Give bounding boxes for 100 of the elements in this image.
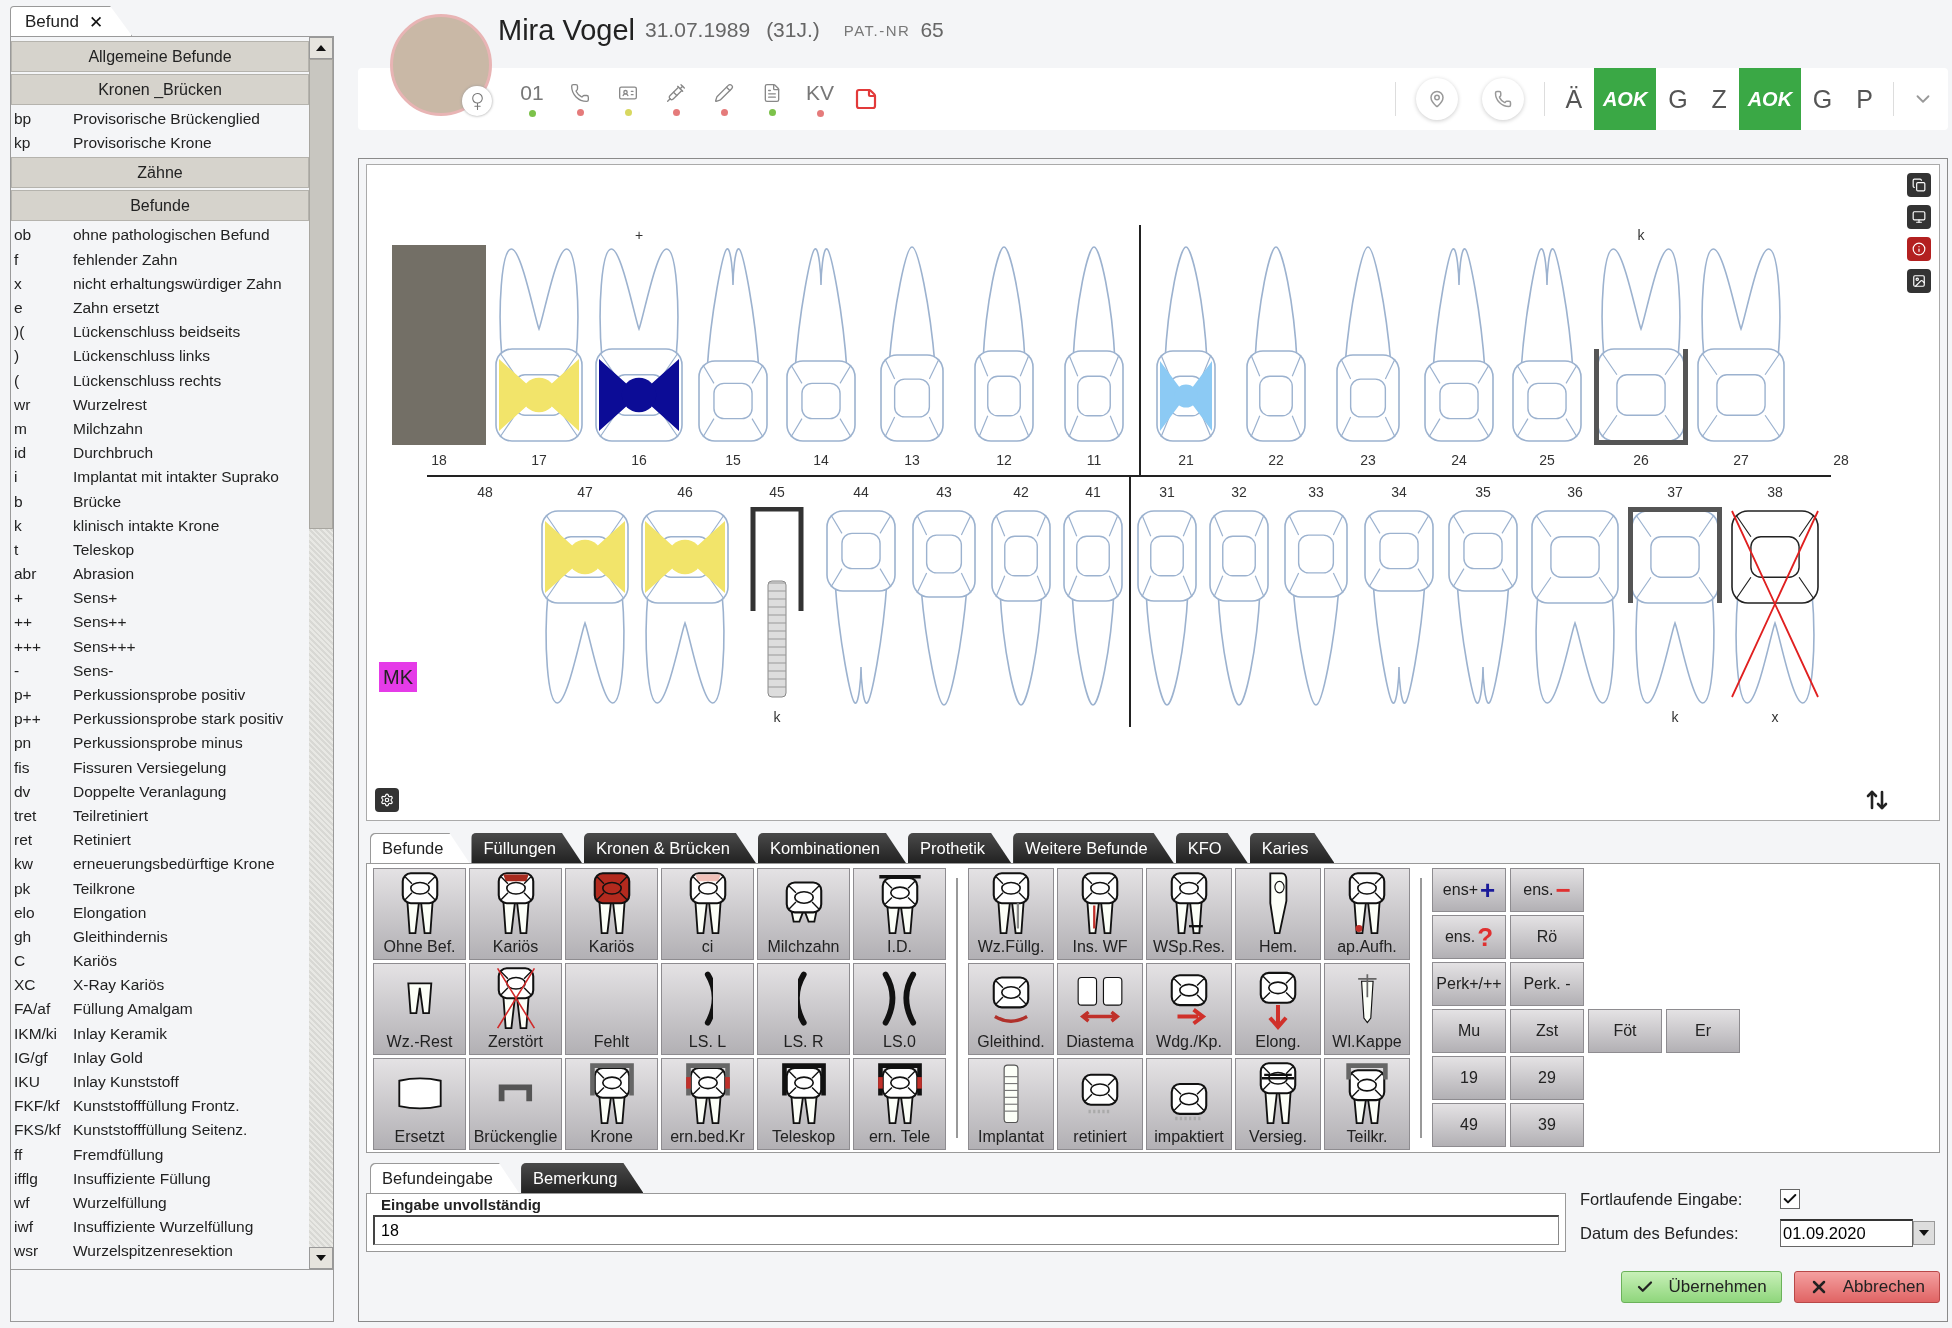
location-button[interactable] [1416, 78, 1459, 120]
finding-item[interactable]: ++ Sens++ [11, 610, 309, 635]
finding-item[interactable]: XC X-Ray Kariös [11, 973, 309, 998]
finding-button[interactable]: Implantat [968, 1058, 1054, 1150]
finding-item[interactable]: ifflg Insuffiziente Füllung [11, 1166, 309, 1191]
confirm-button[interactable]: Übernehmen [1621, 1271, 1782, 1303]
scroll-up-button[interactable] [309, 37, 333, 59]
swap-icon[interactable] [1865, 788, 1889, 812]
quick-button[interactable]: Er [1666, 1009, 1740, 1053]
finding-item[interactable]: ob ohne pathologischen Befund [11, 223, 309, 248]
finding-item[interactable]: ff Fremdfüllung [11, 1142, 309, 1167]
tooth-drawing[interactable] [592, 245, 686, 445]
insurance-letter[interactable]: Z [1699, 71, 1739, 127]
monitor-button[interactable] [1907, 205, 1931, 229]
finding-item[interactable]: x nicht erhaltungswürdiger Zahn [11, 271, 309, 296]
finding-item[interactable]: bp Provisorische Brückenglied [11, 107, 309, 132]
finding-button[interactable]: Elong. [1235, 963, 1321, 1055]
finding-button[interactable]: Krone [565, 1058, 658, 1150]
finding-item[interactable]: FA/af Füllung Amalgam [11, 997, 309, 1022]
insurance-letter[interactable]: P [1844, 71, 1885, 127]
finding-item[interactable]: p++ Perkussionsprobe stark positiv [11, 707, 309, 732]
finding-button[interactable]: Teilkr. [1324, 1058, 1410, 1150]
finding-item[interactable]: wsr Wurzelspitzenresektion [11, 1239, 309, 1264]
phone-button[interactable] [1482, 78, 1525, 120]
insurance-letter[interactable]: G [1800, 71, 1845, 127]
finding-item[interactable]: e Zahn ersetzt [11, 295, 309, 321]
finding-item[interactable]: IKU Inlay Kunststoff [11, 1069, 309, 1095]
tab[interactable]: Bemerkung [521, 1163, 644, 1193]
finding-button[interactable]: Ersetzt [373, 1058, 466, 1150]
finding-button[interactable]: Ins. WF [1057, 868, 1143, 960]
finding-item[interactable]: id Durchbruch [11, 441, 309, 466]
finding-item[interactable]: i Implantat mit intakter Suprako [11, 465, 309, 490]
finding-item[interactable]: elo Elongation [11, 900, 309, 925]
finding-button[interactable]: LS. L [661, 963, 754, 1055]
cancel-button[interactable]: Abbrechen [1793, 1271, 1940, 1303]
finding-item[interactable]: dv Doppelte Veranlagung [11, 779, 309, 804]
quick-button[interactable]: 29 [1510, 1056, 1584, 1100]
finding-button[interactable]: LS.0 [853, 963, 946, 1055]
scroll-down-button[interactable] [309, 1247, 333, 1269]
finding-item[interactable]: b Brücke [11, 489, 309, 514]
finding-item[interactable]: wf Wurzelfüllung [11, 1190, 309, 1216]
finding-item[interactable]: pn Perkussionsprobe minus [11, 731, 309, 756]
finding-button[interactable]: Kariös [469, 868, 562, 960]
finding-item[interactable]: pk Teilkrone [11, 876, 309, 901]
quick-button[interactable]: 19 [1432, 1056, 1506, 1100]
settings-button[interactable] [375, 788, 399, 812]
finding-item[interactable]: ( Lückenschluss rechts [11, 368, 309, 393]
tab[interactable]: Füllungen [471, 833, 582, 863]
finding-item[interactable]: ret Retiniert [11, 828, 309, 853]
image-button[interactable] [1907, 269, 1931, 293]
finding-item[interactable]: kp Provisorische Krone [11, 131, 309, 156]
finding-button[interactable]: I.D. [853, 868, 946, 960]
finding-button[interactable]: Zerstört [469, 963, 562, 1055]
quick-button[interactable]: 49 [1432, 1103, 1506, 1147]
finding-button[interactable]: Teleskop [757, 1058, 850, 1150]
finding-button[interactable]: Hem. [1235, 868, 1321, 960]
finding-button[interactable]: LS. R [757, 963, 850, 1055]
finding-item[interactable]: k klinisch intakte Krone [11, 513, 309, 538]
insurance-letter[interactable]: G [1656, 71, 1700, 127]
finding-item[interactable]: C Kariös [11, 949, 309, 974]
insurance-letter[interactable]: Ä [1553, 71, 1595, 127]
quick-button[interactable]: Föt [1588, 1009, 1662, 1053]
finding-button[interactable]: impaktiert [1146, 1058, 1232, 1150]
finding-item[interactable]: )( Lückenschluss beidseits [11, 320, 309, 345]
finding-button[interactable]: Versieg. [1235, 1058, 1321, 1150]
finding-button[interactable]: Wdg./Kp. [1146, 963, 1232, 1055]
finding-button[interactable]: ap.Aufh. [1324, 868, 1410, 960]
info-button[interactable] [1907, 237, 1931, 261]
finding-button[interactable]: ern.bed.Kr [661, 1058, 754, 1150]
section-header[interactable]: Befunde [11, 190, 309, 222]
finding-button[interactable]: WSp.Res. [1146, 868, 1232, 960]
finding-button[interactable]: Fehlt [565, 963, 658, 1055]
finding-button[interactable]: Wz.Füllg. [968, 868, 1054, 960]
toolbar-button[interactable]: 01 [508, 71, 556, 127]
finding-item[interactable]: FKS/kf Kunststofffüllung Seitenz. [11, 1118, 309, 1143]
quick-button[interactable]: 39 [1510, 1103, 1584, 1147]
finding-button[interactable]: ci [661, 868, 754, 960]
finding-item[interactable]: abr Abrasion [11, 562, 309, 587]
sidebar-tab[interactable]: Befund ✕ [10, 6, 133, 36]
section-header[interactable]: Zähne [11, 157, 309, 189]
section-header[interactable]: Kronen _Brücken [11, 74, 309, 105]
note-icon[interactable] [854, 87, 878, 111]
finding-item[interactable]: FKF/kf Kunststofffüllung Frontz. [11, 1094, 309, 1119]
tab[interactable]: Karies [1249, 833, 1335, 863]
finding-item[interactable]: IKM/ki Inlay Keramik [11, 1021, 309, 1046]
quick-button[interactable]: Perk+/++ [1432, 962, 1506, 1006]
tab[interactable]: Befunde [370, 833, 470, 863]
finding-item[interactable]: wr Wurzelrest [11, 392, 309, 417]
finding-item[interactable]: +++ Sens+++ [11, 634, 309, 659]
finding-button[interactable]: Wl.Kappe [1324, 963, 1410, 1055]
finding-item[interactable]: kw erneuerungsbedürftige Krone [11, 852, 309, 877]
dropdown-button[interactable] [1913, 1221, 1935, 1245]
finding-item[interactable]: gh Gleithindernis [11, 924, 309, 949]
tooth-drawing[interactable] [1628, 507, 1722, 707]
finding-button[interactable]: Milchzahn [757, 868, 850, 960]
finding-item[interactable]: f fehlender Zahn [11, 247, 309, 272]
toolbar-button[interactable]: KV [796, 71, 844, 127]
section-header[interactable]: Allgemeine Befunde [11, 41, 309, 72]
finding-item[interactable]: t Teleskop [11, 537, 309, 562]
tab[interactable]: Prothetik [907, 833, 1012, 863]
